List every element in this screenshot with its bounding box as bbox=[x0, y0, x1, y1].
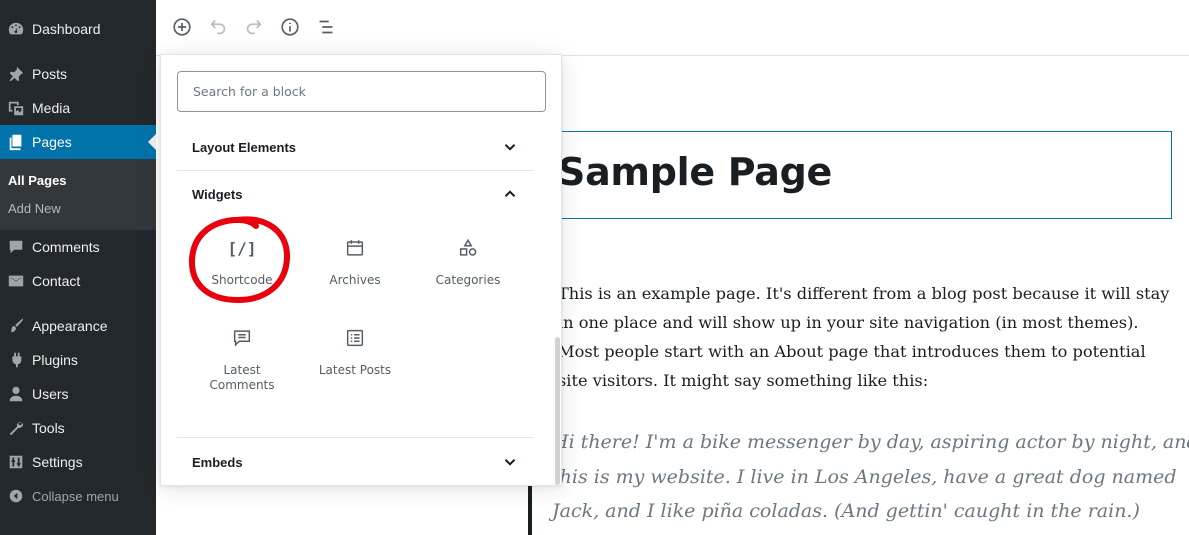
sidebar-item-pages[interactable]: Pages bbox=[0, 125, 156, 159]
collapse-menu-label: Collapse menu bbox=[32, 488, 119, 504]
redo-button[interactable] bbox=[241, 14, 267, 40]
panel-layout-elements[interactable]: Layout Elements bbox=[177, 124, 534, 170]
paintbrush-icon bbox=[0, 309, 32, 343]
block-inserter-popover: Layout Elements Widgets [/] Shortcode Ar… bbox=[160, 54, 562, 486]
paragraph-line[interactable]: site visitors. It might say something li… bbox=[558, 371, 928, 390]
chevron-down-icon bbox=[504, 144, 516, 151]
sidebar-item-comments[interactable]: Comments bbox=[0, 230, 156, 264]
paragraph-line[interactable]: This is an example page. It's different … bbox=[558, 284, 1169, 303]
block-label: Latest Posts bbox=[318, 363, 392, 377]
collapse-menu-button[interactable]: Collapse menu bbox=[0, 479, 156, 513]
block-label: Archives bbox=[329, 273, 381, 287]
envelope-icon bbox=[0, 264, 32, 298]
plug-icon bbox=[0, 343, 32, 377]
shortcode-glyph: [/] bbox=[227, 238, 257, 258]
panel-title: Layout Elements bbox=[192, 139, 297, 155]
dashboard-icon bbox=[0, 12, 32, 46]
sidebar-item-label: Comments bbox=[32, 239, 100, 255]
sidebar-item-appearance[interactable]: Appearance bbox=[0, 309, 156, 343]
block-search-input[interactable] bbox=[177, 71, 546, 112]
shapes-icon bbox=[455, 235, 481, 261]
panel-embeds[interactable]: Embeds bbox=[177, 439, 534, 485]
block-archives[interactable]: Archives bbox=[299, 227, 411, 317]
post-title[interactable]: Sample Page bbox=[558, 150, 832, 194]
sidebar-item-contact[interactable]: Contact bbox=[0, 264, 156, 298]
outline-icon bbox=[319, 20, 333, 34]
paragraph-line[interactable]: Most people start with an About page tha… bbox=[558, 342, 1146, 361]
calendar-icon bbox=[342, 235, 368, 261]
submenu-item-all-pages[interactable]: All Pages bbox=[8, 173, 67, 188]
sidebar-item-label: Tools bbox=[32, 420, 65, 436]
sidebar-item-label: Contact bbox=[32, 273, 81, 289]
admin-sidebar: Dashboard Posts Media Pages All Pages Ad… bbox=[0, 0, 156, 535]
sidebar-item-posts[interactable]: Posts bbox=[0, 57, 156, 91]
collapse-arrow-icon bbox=[0, 479, 32, 513]
sidebar-item-label: Posts bbox=[32, 66, 68, 82]
editor-toolbar bbox=[156, 0, 1189, 56]
sidebar-item-users[interactable]: Users bbox=[0, 377, 156, 411]
content-info-button[interactable] bbox=[277, 14, 303, 40]
panel-title: Embeds bbox=[192, 454, 243, 470]
block-navigation-button[interactable] bbox=[313, 14, 339, 40]
sliders-icon bbox=[0, 445, 32, 479]
sidebar-item-plugins[interactable]: Plugins bbox=[0, 343, 156, 377]
user-icon bbox=[0, 377, 32, 411]
quote-line[interactable]: Hi there! I'm a bike messenger by day, a… bbox=[552, 431, 1189, 453]
block-label: Categories bbox=[435, 273, 501, 287]
info-icon bbox=[281, 18, 299, 36]
panel-divider bbox=[177, 437, 534, 438]
wrench-icon bbox=[0, 411, 32, 445]
block-label: Shortcode bbox=[211, 273, 273, 287]
block-latest-comments[interactable]: Latest Comments bbox=[186, 317, 298, 407]
media-icon bbox=[0, 91, 32, 125]
block-shortcode[interactable]: [/] Shortcode bbox=[186, 227, 298, 317]
sidebar-item-label: Media bbox=[32, 100, 71, 116]
block-categories[interactable]: Categories bbox=[412, 227, 524, 317]
comment-icon bbox=[0, 230, 32, 264]
sidebar-item-label: Appearance bbox=[32, 318, 108, 334]
undo-icon bbox=[210, 19, 226, 35]
list-icon bbox=[342, 325, 368, 351]
submenu-item-add-new[interactable]: Add New bbox=[8, 201, 61, 216]
sidebar-item-tools[interactable]: Tools bbox=[0, 411, 156, 445]
undo-button[interactable] bbox=[205, 14, 231, 40]
pages-icon bbox=[0, 125, 32, 159]
sidebar-item-label: Users bbox=[32, 386, 69, 402]
pin-icon bbox=[0, 57, 32, 91]
paragraph-line[interactable]: in one place and will show up in your si… bbox=[558, 313, 1139, 332]
sidebar-item-media[interactable]: Media bbox=[0, 91, 156, 125]
sidebar-item-settings[interactable]: Settings bbox=[0, 445, 156, 479]
shortcode-icon: [/] bbox=[227, 235, 257, 261]
redo-icon bbox=[246, 19, 262, 35]
chevron-up-icon bbox=[504, 190, 516, 197]
block-latest-posts[interactable]: Latest Posts bbox=[299, 317, 411, 407]
quote-line[interactable]: this is my website. I live in Los Angele… bbox=[552, 466, 1177, 488]
panel-title: Widgets bbox=[192, 186, 243, 202]
sidebar-item-label: Plugins bbox=[32, 352, 78, 368]
inserter-scrollbar[interactable] bbox=[555, 337, 560, 485]
add-block-icon bbox=[173, 18, 191, 36]
comments-icon bbox=[229, 325, 255, 351]
block-label: Latest Comments bbox=[209, 363, 275, 392]
add-block-button[interactable] bbox=[169, 14, 195, 40]
sidebar-item-dashboard[interactable]: Dashboard bbox=[0, 12, 156, 46]
sidebar-item-label: Dashboard bbox=[32, 21, 101, 37]
panel-widgets[interactable]: Widgets bbox=[177, 171, 534, 217]
quote-line[interactable]: Jack, and I like piña coladas. (And gett… bbox=[552, 500, 1140, 522]
chevron-down-icon bbox=[504, 459, 516, 466]
pages-submenu: All Pages Add New bbox=[0, 159, 156, 230]
sidebar-item-label: Pages bbox=[32, 134, 72, 150]
sidebar-item-label: Settings bbox=[32, 454, 83, 470]
